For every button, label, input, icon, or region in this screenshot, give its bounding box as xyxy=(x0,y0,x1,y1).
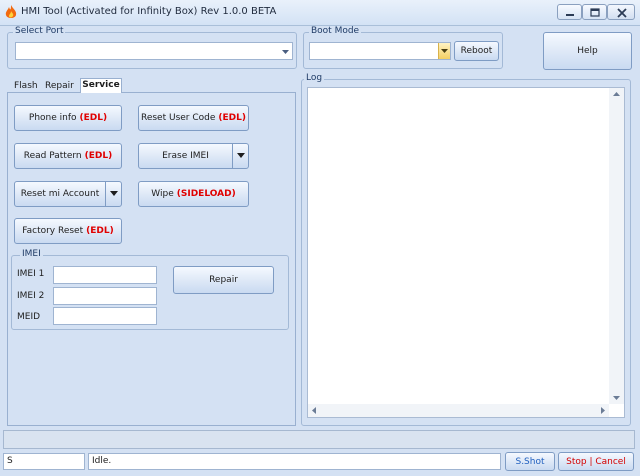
reset-user-code-tag: (EDL) xyxy=(218,113,246,123)
tab-repair-label: Repair xyxy=(45,81,74,91)
factory-reset-button[interactable]: Factory Reset (EDL) xyxy=(14,218,122,244)
meid-field[interactable] xyxy=(53,307,157,325)
imei-legend: IMEI xyxy=(20,249,43,259)
scroll-left-icon xyxy=(312,407,316,414)
reset-user-code-label: Reset User Code xyxy=(140,113,216,123)
erase-imei-button[interactable]: Erase IMEI xyxy=(138,143,249,169)
status-message-box: Idle. xyxy=(88,453,501,470)
imei1-label: IMEI 1 xyxy=(17,269,45,279)
factory-reset-label: Factory Reset xyxy=(22,226,84,236)
meid-label: MEID xyxy=(17,312,41,322)
screenshot-label: S.Shot xyxy=(515,456,545,467)
log-legend: Log xyxy=(304,73,325,83)
reset-user-code-button[interactable]: Reset User Code (EDL) xyxy=(138,105,249,131)
close-button[interactable] xyxy=(607,4,635,20)
reset-mi-account-label: Reset mi Account xyxy=(20,189,100,199)
stop-cancel-button[interactable]: Stop | Cancel xyxy=(558,452,634,471)
dropdown-arrow-icon xyxy=(441,49,448,53)
imei-repair-button[interactable]: Repair xyxy=(173,266,274,294)
reboot-label: Reboot xyxy=(460,46,493,56)
wipe-button[interactable]: Wipe (SIDELOAD) xyxy=(138,181,249,207)
factory-reset-tag: (EDL) xyxy=(86,226,114,236)
reset-mi-account-button[interactable]: Reset mi Account xyxy=(14,181,122,207)
wipe-tag: (SIDELOAD) xyxy=(176,189,236,199)
select-port-combo[interactable] xyxy=(15,42,293,60)
chevron-down-icon xyxy=(110,191,118,196)
tab-service[interactable]: Service xyxy=(80,78,122,93)
help-label: Help xyxy=(577,46,598,56)
boot-mode-legend: Boot Mode xyxy=(309,26,362,36)
app-flame-icon xyxy=(5,5,17,18)
log-vertical-scrollbar[interactable] xyxy=(609,88,624,404)
imei1-field[interactable] xyxy=(53,266,157,284)
log-textarea[interactable] xyxy=(307,87,625,418)
minimize-button[interactable] xyxy=(557,4,582,20)
read-pattern-tag: (EDL) xyxy=(84,151,113,161)
select-port-legend: Select Port xyxy=(13,26,66,36)
chevron-down-icon xyxy=(237,153,245,158)
status-left-text: S xyxy=(7,456,13,466)
screenshot-button[interactable]: S.Shot xyxy=(505,452,555,471)
read-pattern-button[interactable]: Read Pattern (EDL) xyxy=(14,143,122,169)
scroll-down-icon xyxy=(613,396,620,400)
tab-flash-label: Flash xyxy=(14,81,38,91)
status-left-box: S xyxy=(3,453,85,470)
erase-imei-label: Erase IMEI xyxy=(162,151,209,161)
imei2-label: IMEI 2 xyxy=(17,291,45,301)
title-bar[interactable]: HMI Tool (Activated for Infinity Box) Re… xyxy=(0,0,640,26)
progress-bar xyxy=(3,430,635,449)
phone-info-label: Phone info xyxy=(28,113,77,123)
maximize-icon xyxy=(590,8,600,17)
dropdown-arrow-icon xyxy=(282,50,289,54)
reset-mi-account-dropdown[interactable] xyxy=(105,182,121,206)
wipe-label: Wipe xyxy=(151,189,174,199)
boot-mode-combo[interactable] xyxy=(309,42,451,60)
phone-info-button[interactable]: Phone info (EDL) xyxy=(14,105,122,131)
log-horizontal-scrollbar[interactable] xyxy=(308,404,609,417)
read-pattern-label: Read Pattern xyxy=(23,151,82,161)
window-title: HMI Tool (Activated for Infinity Box) Re… xyxy=(21,6,277,17)
reboot-button[interactable]: Reboot xyxy=(454,41,499,61)
status-message: Idle. xyxy=(92,456,112,466)
boot-mode-dropdown-button[interactable] xyxy=(438,43,450,59)
imei-repair-label: Repair xyxy=(209,275,238,285)
phone-info-tag: (EDL) xyxy=(79,113,108,123)
close-icon xyxy=(617,8,627,18)
scroll-up-icon xyxy=(613,92,620,96)
minimize-icon xyxy=(566,14,574,16)
tab-service-label: Service xyxy=(82,80,120,90)
scroll-right-icon xyxy=(601,407,605,414)
imei2-field[interactable] xyxy=(53,287,157,305)
maximize-button[interactable] xyxy=(582,4,607,20)
help-button[interactable]: Help xyxy=(543,32,632,70)
erase-imei-dropdown[interactable] xyxy=(232,144,248,168)
stop-cancel-label: Stop | Cancel xyxy=(566,456,626,467)
